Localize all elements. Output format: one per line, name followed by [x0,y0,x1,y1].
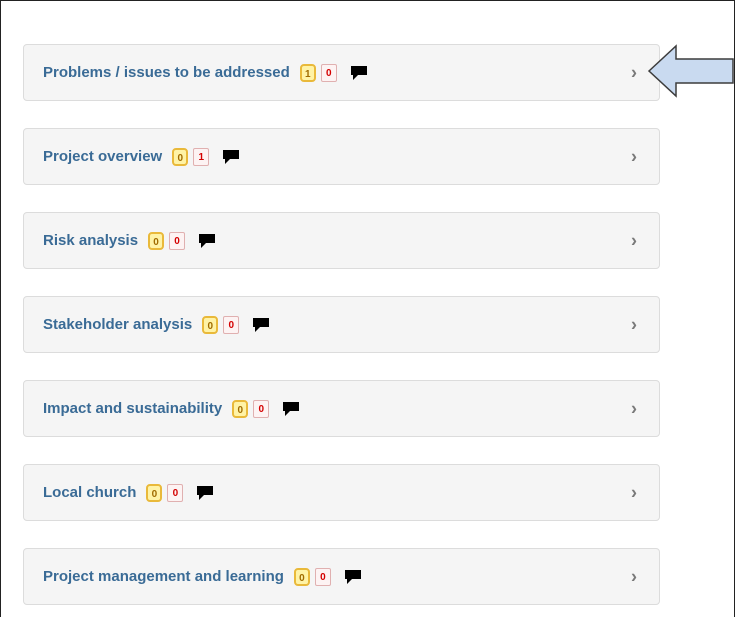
section-label: Project overview [43,148,163,165]
chevron-right-icon[interactable]: › [631,146,637,167]
comment-icon[interactable] [282,401,300,417]
yellow-count-badge: 0 [232,399,249,418]
red-count-badge: 0 [314,567,331,586]
chevron-right-icon[interactable]: › [631,482,637,503]
section-item-impact-sustainability[interactable]: Impact and sustainability 0 0 › [23,380,660,437]
yellow-count-badge: 0 [146,483,163,502]
left-arrow-icon [647,44,734,98]
section-item-project-management[interactable]: Project management and learning 0 0 › [23,548,660,605]
section-item-risk-analysis[interactable]: Risk analysis 0 0 › [23,212,660,269]
section-label: Problems / issues to be addressed [43,64,290,81]
section-label: Stakeholder analysis [43,316,193,333]
red-count-badge: 0 [167,483,184,502]
section-item-project-overview[interactable]: Project overview 0 1 › [23,128,660,185]
comment-icon[interactable] [198,233,216,249]
comment-icon[interactable] [344,569,362,585]
red-count-badge: 0 [320,63,337,82]
yellow-count-badge: 1 [299,63,316,82]
section-item-problems[interactable]: Problems / issues to be addressed 1 0 › [23,44,660,101]
chevron-right-icon[interactable]: › [631,398,637,419]
red-count-badge: 0 [253,399,270,418]
section-item-stakeholder-analysis[interactable]: Stakeholder analysis 0 0 › [23,296,660,353]
yellow-count-badge: 0 [172,147,189,166]
section-label: Risk analysis [43,232,139,249]
comment-icon[interactable] [252,317,270,333]
section-item-local-church[interactable]: Local church 0 0 › [23,464,660,521]
section-label: Local church [43,484,137,501]
red-count-badge: 1 [193,147,210,166]
chevron-right-icon[interactable]: › [631,230,637,251]
comment-icon[interactable] [350,65,368,81]
yellow-count-badge: 0 [202,315,219,334]
yellow-count-badge: 0 [148,231,165,250]
chevron-right-icon[interactable]: › [631,62,637,83]
chevron-right-icon[interactable]: › [631,566,637,587]
section-label: Project management and learning [43,568,284,585]
comment-icon[interactable] [222,149,240,165]
section-label: Impact and sustainability [43,400,223,417]
red-count-badge: 0 [223,315,240,334]
comment-icon[interactable] [196,485,214,501]
red-count-badge: 0 [169,231,186,250]
chevron-right-icon[interactable]: › [631,314,637,335]
section-list: Problems / issues to be addressed 1 0 › … [23,44,660,632]
yellow-count-badge: 0 [293,567,310,586]
